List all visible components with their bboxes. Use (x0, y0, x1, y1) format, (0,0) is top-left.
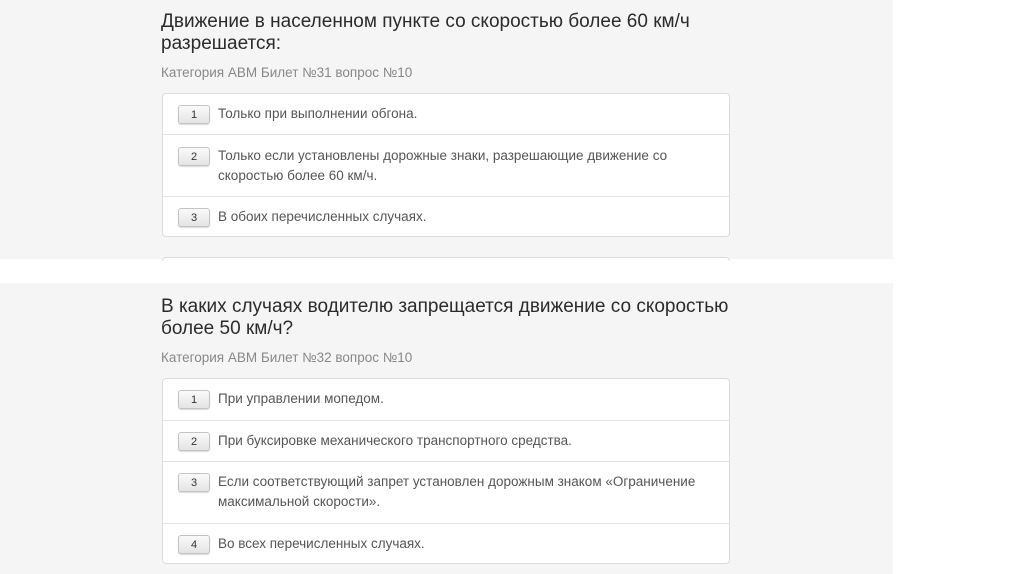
answer-number-button[interactable]: 1 (178, 105, 210, 124)
answer-text: В обоих перечисленных случаях. (218, 209, 427, 224)
answer-option-3[interactable]: 3 Если соответствующий запрет установлен… (163, 461, 729, 523)
answer-option-1[interactable]: 1 Только при выполнении обгона. (163, 94, 729, 134)
answer-list: 1 При управлении мопедом. 2 При буксиров… (162, 378, 730, 564)
next-answer-list-edge (162, 257, 730, 261)
answer-number-button[interactable]: 3 (178, 208, 210, 227)
answer-option-3[interactable]: 3 В обоих перечисленных случаях. (163, 196, 729, 236)
answer-number-button[interactable]: 2 (178, 432, 210, 451)
answer-option-2[interactable]: 2 При буксировке механического транспорт… (163, 420, 729, 461)
answer-number-button[interactable]: 1 (178, 390, 210, 409)
question-card-32: В каких случаях водителю запрещается дви… (0, 283, 893, 574)
question-meta: Категория ABM Билет №31 вопрос №10 (161, 65, 413, 80)
answer-text: Только при выполнении обгона. (218, 106, 418, 121)
answer-number-button[interactable]: 4 (178, 535, 210, 554)
question-card-31: Движение в населенном пункте со скорость… (0, 0, 893, 259)
question-meta: Категория ABM Билет №32 вопрос №10 (161, 350, 413, 365)
question-title: Движение в населенном пункте со скорость… (161, 11, 690, 54)
answer-text: При управлении мопедом. (218, 391, 384, 406)
question-title: В каких случаях водителю запрещается дви… (161, 296, 729, 339)
answer-text: Во всех перечисленных случаях. (218, 536, 425, 551)
answer-option-2[interactable]: 2 Только если установлены дорожные знаки… (163, 134, 729, 196)
answer-number-button[interactable]: 3 (178, 473, 210, 492)
answer-option-4[interactable]: 4 Во всех перечисленных случаях. (163, 523, 729, 563)
answer-text: Только если установлены дорожные знаки, … (218, 148, 668, 183)
answer-list: 1 Только при выполнении обгона. 2 Только… (162, 93, 730, 237)
answer-number-button[interactable]: 2 (178, 147, 210, 166)
answer-text: При буксировке механического транспортно… (218, 433, 572, 448)
answer-option-1[interactable]: 1 При управлении мопедом. (163, 379, 729, 420)
answer-text: Если соответствующий запрет установлен д… (218, 474, 696, 509)
